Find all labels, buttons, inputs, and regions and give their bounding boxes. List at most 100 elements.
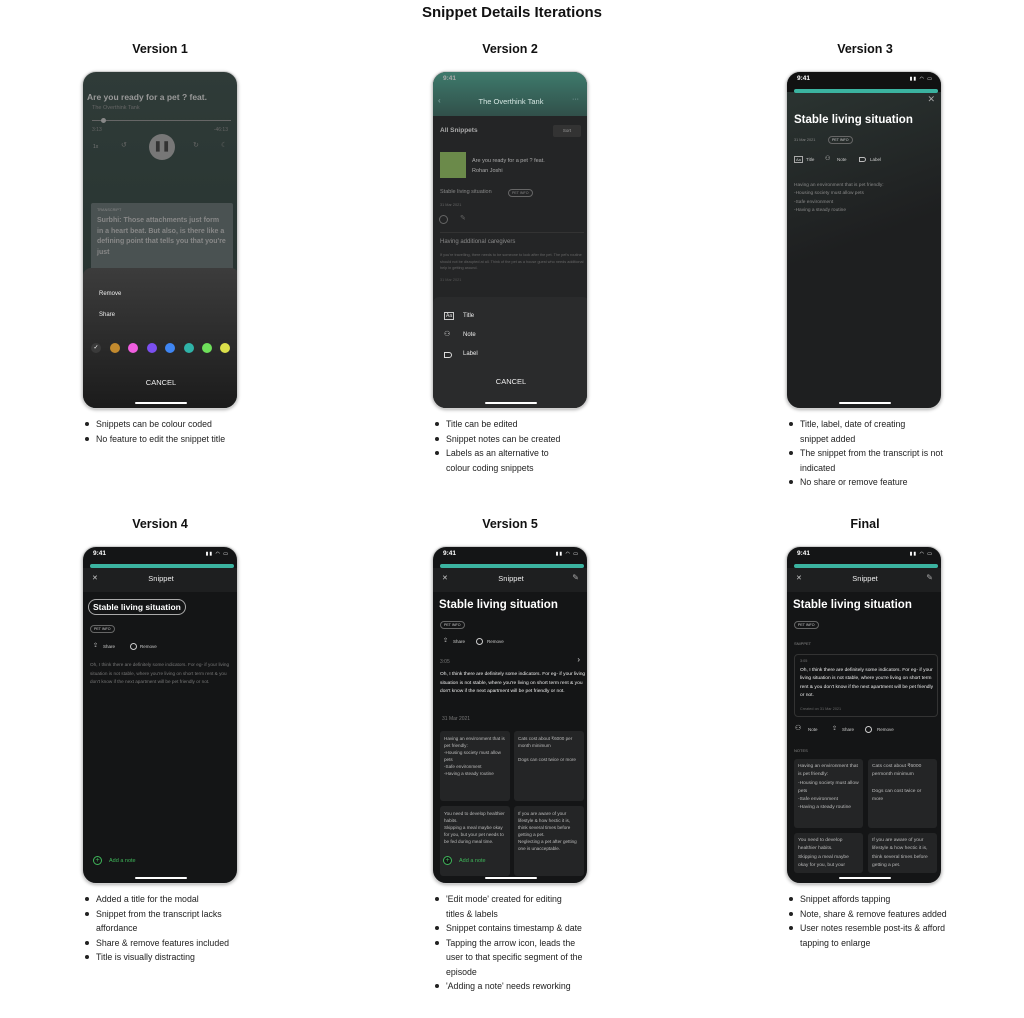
slider-thumb[interactable] bbox=[101, 118, 106, 123]
note-card[interactable]: If you are aware of your lifestyle & how… bbox=[868, 833, 937, 873]
remove-icon bbox=[130, 643, 137, 650]
remove-icon bbox=[865, 726, 872, 733]
add-note-icon: + bbox=[93, 856, 102, 865]
share-button[interactable]: Share bbox=[453, 639, 465, 644]
note-card[interactable]: Having an environment that is pet friend… bbox=[794, 759, 863, 828]
bullet: Note, share & remove features added bbox=[786, 907, 976, 922]
modal-title: Snippet bbox=[852, 574, 878, 583]
elapsed-time: 3:13 bbox=[92, 127, 102, 133]
note-menu-item[interactable]: Note bbox=[463, 332, 476, 338]
snippet-text: If you're travelling, there needs to be … bbox=[440, 253, 584, 270]
version-3-notes: Title, label, date of creating snippet a… bbox=[786, 417, 956, 490]
color-swatch-yellow[interactable] bbox=[220, 343, 230, 353]
bullet: Title can be edited bbox=[432, 417, 602, 432]
snippet-card[interactable]: 3:05 Oh, I think there are definitely so… bbox=[794, 654, 938, 717]
color-swatch-green[interactable] bbox=[202, 343, 212, 353]
phone-version-1: Are you ready for a pet ? feat. The Over… bbox=[82, 71, 238, 409]
color-swatch-teal[interactable] bbox=[184, 343, 194, 353]
label-menu-item[interactable]: Label bbox=[463, 351, 478, 357]
snippet-title[interactable]: Stable living situation bbox=[440, 189, 492, 195]
edit-icon[interactable]: ✎ bbox=[572, 573, 579, 582]
snippet-section-label: SNIPPET bbox=[794, 641, 812, 646]
episode-title: Are you ready for a pet ? feat. bbox=[87, 92, 207, 102]
color-swatch-orange[interactable] bbox=[110, 343, 120, 353]
notes-section-label: NOTES bbox=[794, 748, 808, 753]
share-menu-item[interactable]: Share bbox=[99, 312, 115, 318]
note-card[interactable]: You need to develop healthier habits. Sk… bbox=[794, 833, 863, 873]
color-swatch-blue[interactable] bbox=[165, 343, 175, 353]
section-title: All Snippets bbox=[440, 127, 478, 134]
forward-15-icon[interactable]: ↻ bbox=[193, 141, 199, 149]
color-swatch-purple[interactable] bbox=[147, 343, 157, 353]
bullet: Snippets can be colour coded bbox=[82, 417, 252, 432]
nav-title: The Overthink Tank bbox=[478, 97, 544, 106]
page-title: Snippet Details Iterations bbox=[421, 4, 603, 21]
home-indicator bbox=[839, 402, 891, 404]
add-note-button[interactable]: Add a note bbox=[109, 858, 136, 864]
cancel-button[interactable]: CANCEL bbox=[433, 377, 587, 386]
bullet: Snippet affords tapping bbox=[786, 892, 956, 907]
bullet: Snippet notes can be created bbox=[432, 432, 602, 447]
bullet: Title, label, date of creating snippet a… bbox=[786, 417, 936, 446]
color-swatch-grey-selected[interactable]: ✓ bbox=[91, 343, 101, 353]
remove-button[interactable]: Remove bbox=[877, 727, 894, 732]
snippet-timestamp: 3:05 bbox=[800, 659, 808, 663]
snippet-text: Oh, I think there are definitely some in… bbox=[800, 668, 934, 698]
more-icon[interactable]: ··· bbox=[572, 96, 579, 103]
home-indicator bbox=[485, 877, 537, 879]
speed-button[interactable]: 1x bbox=[93, 144, 98, 150]
remove-button[interactable]: Remove bbox=[140, 644, 157, 649]
transcript-card: TRANSCRIPT Surbhi: Those attachments jus… bbox=[91, 203, 233, 273]
bullet: Tapping the arrow icon, leads the user t… bbox=[432, 936, 594, 980]
edit-icon[interactable]: ✎ bbox=[460, 214, 466, 222]
title-icon: Aa bbox=[444, 312, 455, 320]
status-time: 9:41 bbox=[443, 75, 457, 82]
sleep-timer-icon[interactable]: ☾ bbox=[221, 141, 227, 149]
pause-button[interactable]: ❚❚ bbox=[149, 134, 175, 160]
version-4-heading: Version 4 bbox=[132, 517, 188, 531]
add-note-icon: + bbox=[443, 856, 452, 865]
phone-version-2: 9:41 ‹ The Overthink Tank ··· All Snippe… bbox=[432, 71, 588, 409]
note-card[interactable]: If you are aware of your lifestyle & how… bbox=[514, 806, 584, 876]
remove-icon[interactable] bbox=[439, 215, 448, 224]
note-card[interactable]: You need to develop healthier habits. Sk… bbox=[440, 806, 510, 876]
edit-icon[interactable]: ✎ bbox=[926, 573, 933, 582]
bullet: Added a title for the modal bbox=[82, 892, 252, 907]
snippet-title: Stable living situation bbox=[793, 599, 912, 611]
bullet: The snippet from the transcript is not i… bbox=[786, 446, 956, 475]
add-note-button[interactable]: Add a note bbox=[459, 858, 486, 864]
note-button[interactable]: Note bbox=[808, 727, 818, 732]
title-menu-item[interactable]: Title bbox=[463, 313, 474, 319]
label-pill: PET INFO bbox=[794, 621, 819, 629]
bullet: Snippet contains timestamp & date bbox=[432, 921, 582, 936]
note-button[interactable]: Note bbox=[837, 157, 847, 162]
bullet: Share & remove features included bbox=[82, 936, 252, 951]
title-button[interactable]: Title bbox=[806, 157, 814, 162]
status-icons: ▮▮ ◠ ▭ bbox=[909, 551, 933, 557]
remove-button[interactable]: Remove bbox=[487, 639, 504, 644]
status-icons: ▮▮ ◠ ▭ bbox=[909, 76, 933, 82]
close-icon[interactable]: ✕ bbox=[927, 94, 935, 105]
label-pill[interactable]: PET INFO bbox=[90, 625, 115, 633]
episode-name: Are you ready for a pet ? feat. Rohan Jo… bbox=[472, 158, 545, 174]
title-icon: Aa bbox=[794, 156, 803, 163]
share-button[interactable]: Share bbox=[103, 644, 115, 649]
color-swatch-pink[interactable] bbox=[128, 343, 138, 353]
version-2-heading: Version 2 bbox=[482, 42, 538, 56]
cancel-button[interactable]: CANCEL bbox=[83, 378, 237, 387]
share-button[interactable]: Share bbox=[842, 727, 854, 732]
share-icon: ⇪ bbox=[443, 638, 449, 644]
label-button[interactable]: Label bbox=[870, 157, 881, 162]
note-card[interactable]: Having an environment that is pet friend… bbox=[440, 731, 510, 801]
snippet-title-field[interactable]: Stable living situation bbox=[88, 599, 186, 615]
rewind-15-icon[interactable]: ↺ bbox=[121, 141, 127, 149]
note-card[interactable]: Cats cost about ₹6000 permonth minimum D… bbox=[868, 759, 937, 828]
progress-slider[interactable] bbox=[92, 120, 231, 121]
remove-menu-item[interactable]: Remove bbox=[99, 291, 121, 297]
snippet-title[interactable]: Having additional caregivers bbox=[440, 239, 515, 245]
share-icon: ⇪ bbox=[832, 726, 838, 732]
sort-button[interactable]: Sort bbox=[553, 125, 581, 137]
bullet: 'Edit mode' created for editing titles &… bbox=[432, 892, 582, 921]
chevron-right-icon[interactable]: › bbox=[577, 655, 580, 664]
note-card[interactable]: Cats cost about ₹6000 per month minimum … bbox=[514, 731, 584, 801]
